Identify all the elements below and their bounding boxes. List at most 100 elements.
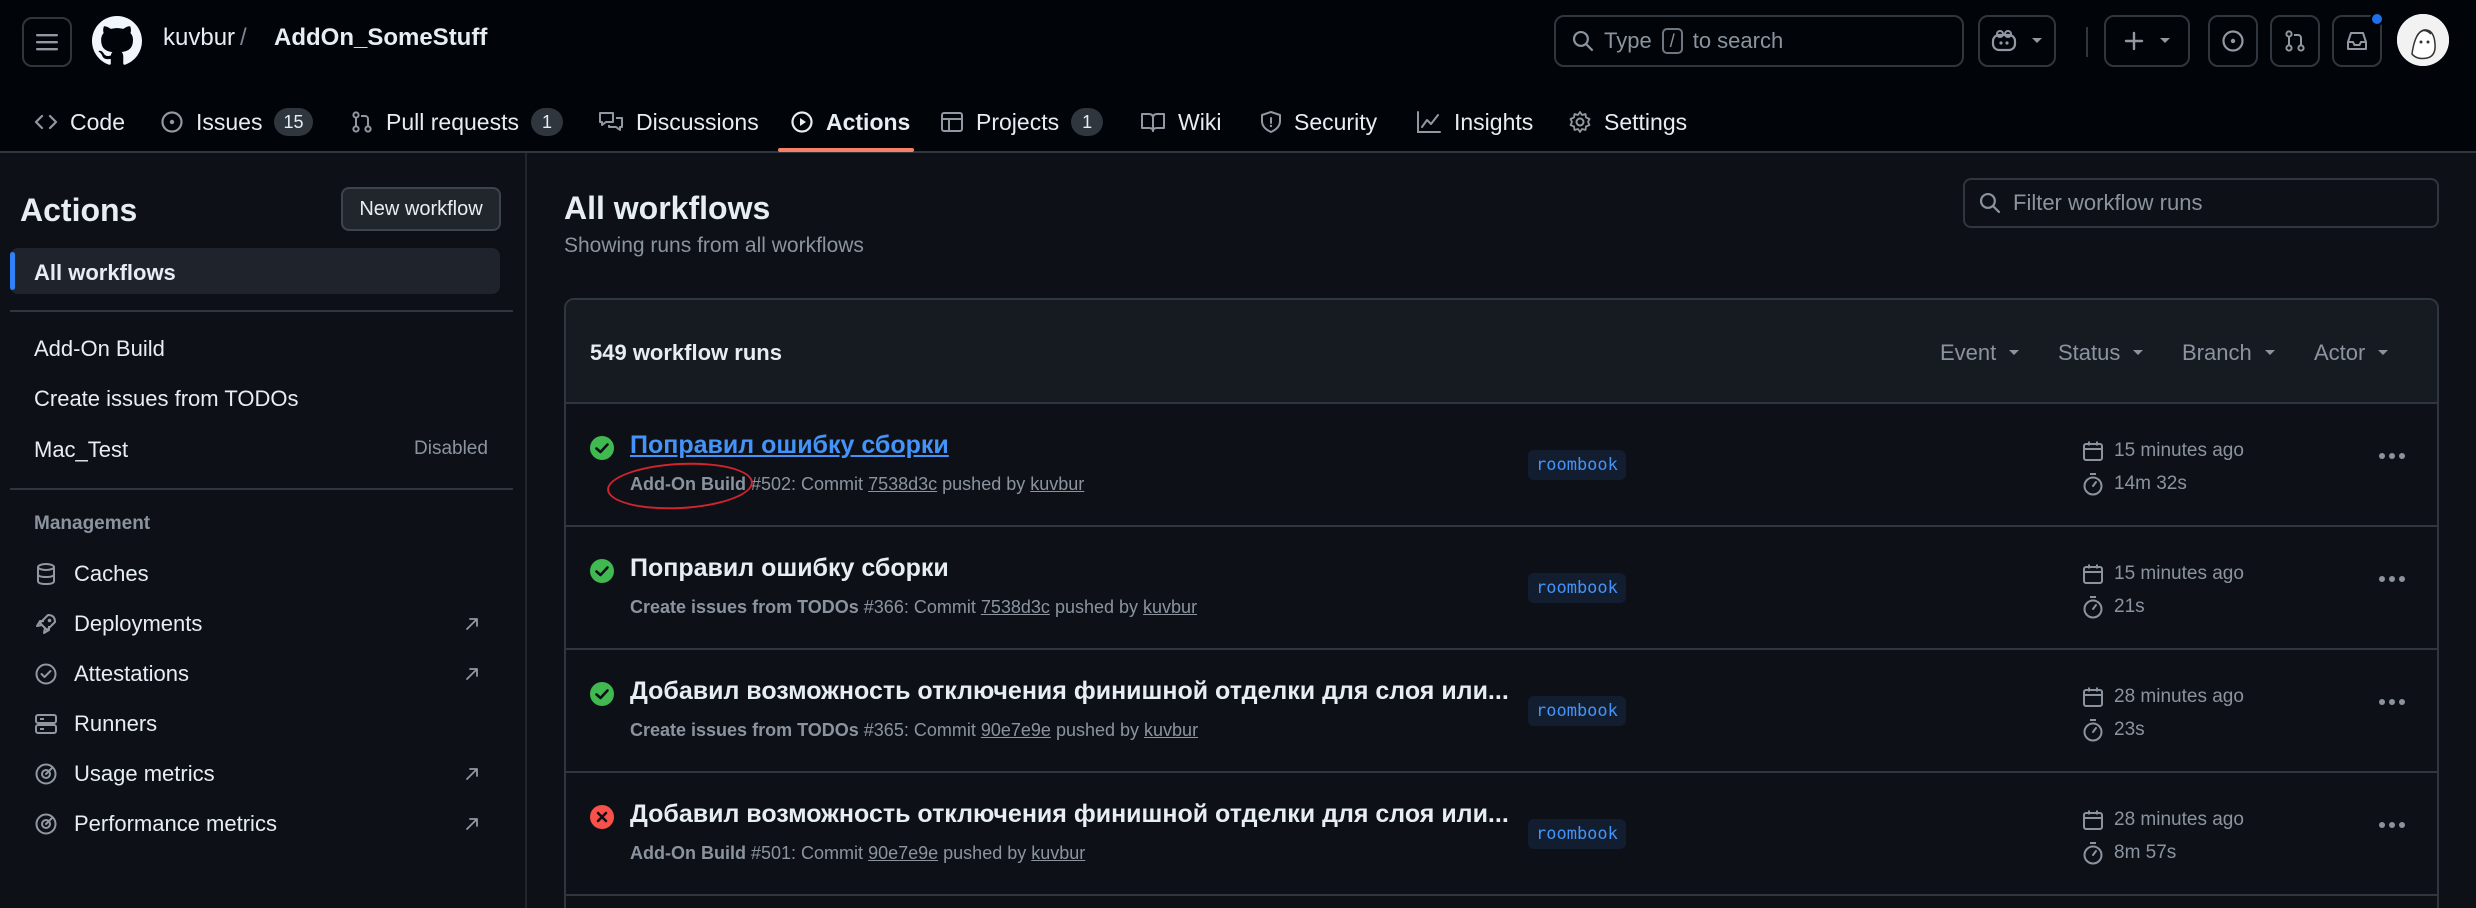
run-title-link[interactable]: Добавил возможность отключения финишной … <box>630 677 1509 706</box>
run-duration: 8m 57s <box>2082 841 2176 865</box>
avatar[interactable] <box>2397 14 2449 66</box>
workflow-run-row[interactable]: Добавил возможность отключения финишной … <box>566 773 2437 896</box>
tab-projects[interactable]: Projects 1 <box>940 92 1104 152</box>
issues-button[interactable] <box>2208 15 2258 67</box>
sidebar-item-runners[interactable]: Runners <box>34 711 157 737</box>
run-time: 15 minutes ago <box>2082 563 2244 585</box>
database-icon <box>37 563 55 586</box>
sidebar-item-label[interactable]: All workflows <box>34 260 176 286</box>
code-icon <box>34 114 58 130</box>
run-duration: 23s <box>2082 718 2145 742</box>
copilot-button[interactable] <box>1978 15 2056 67</box>
repo-tabs: Code Issues 15 Pull requests 1 Discussio… <box>0 92 2476 152</box>
workflow-run-row[interactable]: Поправил ошибку сборки Add-On Build #502… <box>566 404 2437 527</box>
server-icon <box>35 714 57 734</box>
filter-workflow-runs-input[interactable]: Filter workflow runs <box>1963 178 2439 228</box>
kebab-horizontal-icon[interactable] <box>2378 452 2406 460</box>
commit-sha-link[interactable]: 90e7e9e <box>981 720 1051 740</box>
tab-insights[interactable]: Insights <box>1416 92 1533 152</box>
tab-label: Wiki <box>1178 108 1222 135</box>
actor-link[interactable]: kuvbur <box>1144 720 1198 740</box>
actor-link[interactable]: kuvbur <box>1030 474 1084 494</box>
run-title-link[interactable]: Поправил ошибку сборки <box>630 431 949 460</box>
workflow-name[interactable]: Create issues from TODOs <box>630 720 859 740</box>
workflow-run-row[interactable]: Добавил возможность отключения финишной … <box>566 650 2437 773</box>
tab-actions[interactable]: Actions <box>790 92 910 152</box>
chevron-down-icon <box>2264 350 2275 355</box>
sidebar-item-mac-test[interactable]: Mac_Test <box>34 437 128 463</box>
actor-filter-dropdown[interactable]: Actor <box>2314 340 2389 366</box>
actor-link[interactable]: kuvbur <box>1031 843 1085 863</box>
branch-label[interactable]: roombook <box>1528 819 1626 849</box>
branch-label[interactable]: roombook <box>1528 696 1626 726</box>
tab-issues[interactable]: Issues 15 <box>160 92 313 152</box>
chevron-down-icon <box>2133 350 2144 355</box>
global-search-input[interactable]: Type / to search <box>1554 15 1964 67</box>
chevron-down-icon <box>2009 350 2020 355</box>
shield-icon <box>1261 111 1281 133</box>
sidebar-item-attestations[interactable]: Attestations <box>34 661 189 687</box>
commit-sha-link[interactable]: 7538d3c <box>868 474 937 494</box>
search-shortcut-key: / <box>1661 28 1683 54</box>
commit-sha-link[interactable]: 7538d3c <box>981 597 1050 617</box>
run-duration: 14m 32s <box>2082 472 2187 496</box>
filter-label: Branch <box>2182 340 2252 365</box>
stopwatch-icon <box>2083 596 2103 619</box>
tab-settings[interactable]: Settings <box>1568 92 1687 152</box>
workflow-run-row[interactable]: Поправил ошибку сборки Create issues fro… <box>566 527 2437 650</box>
pull-requests-button[interactable] <box>2270 15 2320 67</box>
kebab-horizontal-icon[interactable] <box>2378 575 2406 583</box>
gear-icon <box>1569 111 1591 133</box>
tab-code[interactable]: Code <box>34 92 125 152</box>
sidebar-item-performance-metrics[interactable]: Performance metrics <box>34 811 277 837</box>
sidebar-item-label: Deployments <box>74 611 203 636</box>
check-circle-icon <box>590 559 614 583</box>
stopwatch-icon <box>2083 473 2103 496</box>
sidebar-item-create-issues[interactable]: Create issues from TODOs <box>34 386 298 412</box>
run-title-link[interactable]: Поправил ошибку сборки <box>630 554 949 583</box>
event-filter-dropdown[interactable]: Event <box>1940 340 2020 366</box>
sidebar-item-usage-metrics[interactable]: Usage metrics <box>34 761 215 787</box>
branch-label[interactable]: roombook <box>1528 573 1626 603</box>
pushed-by-label: pushed by <box>1055 720 1140 740</box>
management-heading: Management <box>34 513 151 534</box>
branch-filter-dropdown[interactable]: Branch <box>2182 340 2276 366</box>
kebab-horizontal-icon[interactable] <box>2378 821 2406 829</box>
run-title-link[interactable]: Добавил возможность отключения финишной … <box>630 800 1509 829</box>
chevron-down-icon <box>2032 38 2042 43</box>
projects-counter: 1 <box>1071 108 1104 136</box>
time-ago: 15 minutes ago <box>2114 440 2244 461</box>
tab-label: Issues <box>196 108 263 135</box>
tab-pull-requests[interactable]: Pull requests 1 <box>350 92 563 152</box>
rocket-icon <box>36 614 56 634</box>
menu-button[interactable] <box>22 17 72 67</box>
branch-label[interactable]: roombook <box>1528 450 1626 480</box>
status-filter-dropdown[interactable]: Status <box>2058 340 2144 366</box>
breadcrumb-owner[interactable]: kuvbur <box>163 24 235 52</box>
run-number: #365 <box>863 720 904 740</box>
sidebar-item-add-on-build[interactable]: Add-On Build <box>34 336 165 362</box>
issue-icon <box>2222 30 2244 52</box>
tab-wiki[interactable]: Wiki <box>1140 92 1221 152</box>
time-ago: 28 minutes ago <box>2114 686 2244 707</box>
tab-label: Code <box>70 108 125 135</box>
run-number: #366 <box>863 597 904 617</box>
tab-security[interactable]: Security <box>1260 92 1377 152</box>
active-item-indicator <box>10 252 15 290</box>
workflow-name[interactable]: Create issues from TODOs <box>630 597 859 617</box>
kebab-horizontal-icon[interactable] <box>2378 698 2406 706</box>
run-time: 15 minutes ago <box>2082 440 2244 462</box>
breadcrumb-repo[interactable]: AddOn_SomeStuff <box>274 24 487 52</box>
sidebar-item-deployments[interactable]: Deployments <box>34 611 202 637</box>
new-workflow-button[interactable]: New workflow <box>341 187 501 231</box>
chevron-down-icon <box>2378 350 2389 355</box>
chevron-down-icon <box>2160 38 2170 43</box>
filter-label: Status <box>2058 340 2121 365</box>
sidebar-item-caches[interactable]: Caches <box>34 561 149 587</box>
create-new-button[interactable] <box>2104 15 2190 67</box>
actor-link[interactable]: kuvbur <box>1143 597 1197 617</box>
github-logo-icon[interactable] <box>92 16 142 66</box>
tab-discussions[interactable]: Discussions <box>598 92 759 152</box>
commit-sha-link[interactable]: 90e7e9e <box>868 843 938 863</box>
workflow-name[interactable]: Add-On Build <box>630 843 746 863</box>
